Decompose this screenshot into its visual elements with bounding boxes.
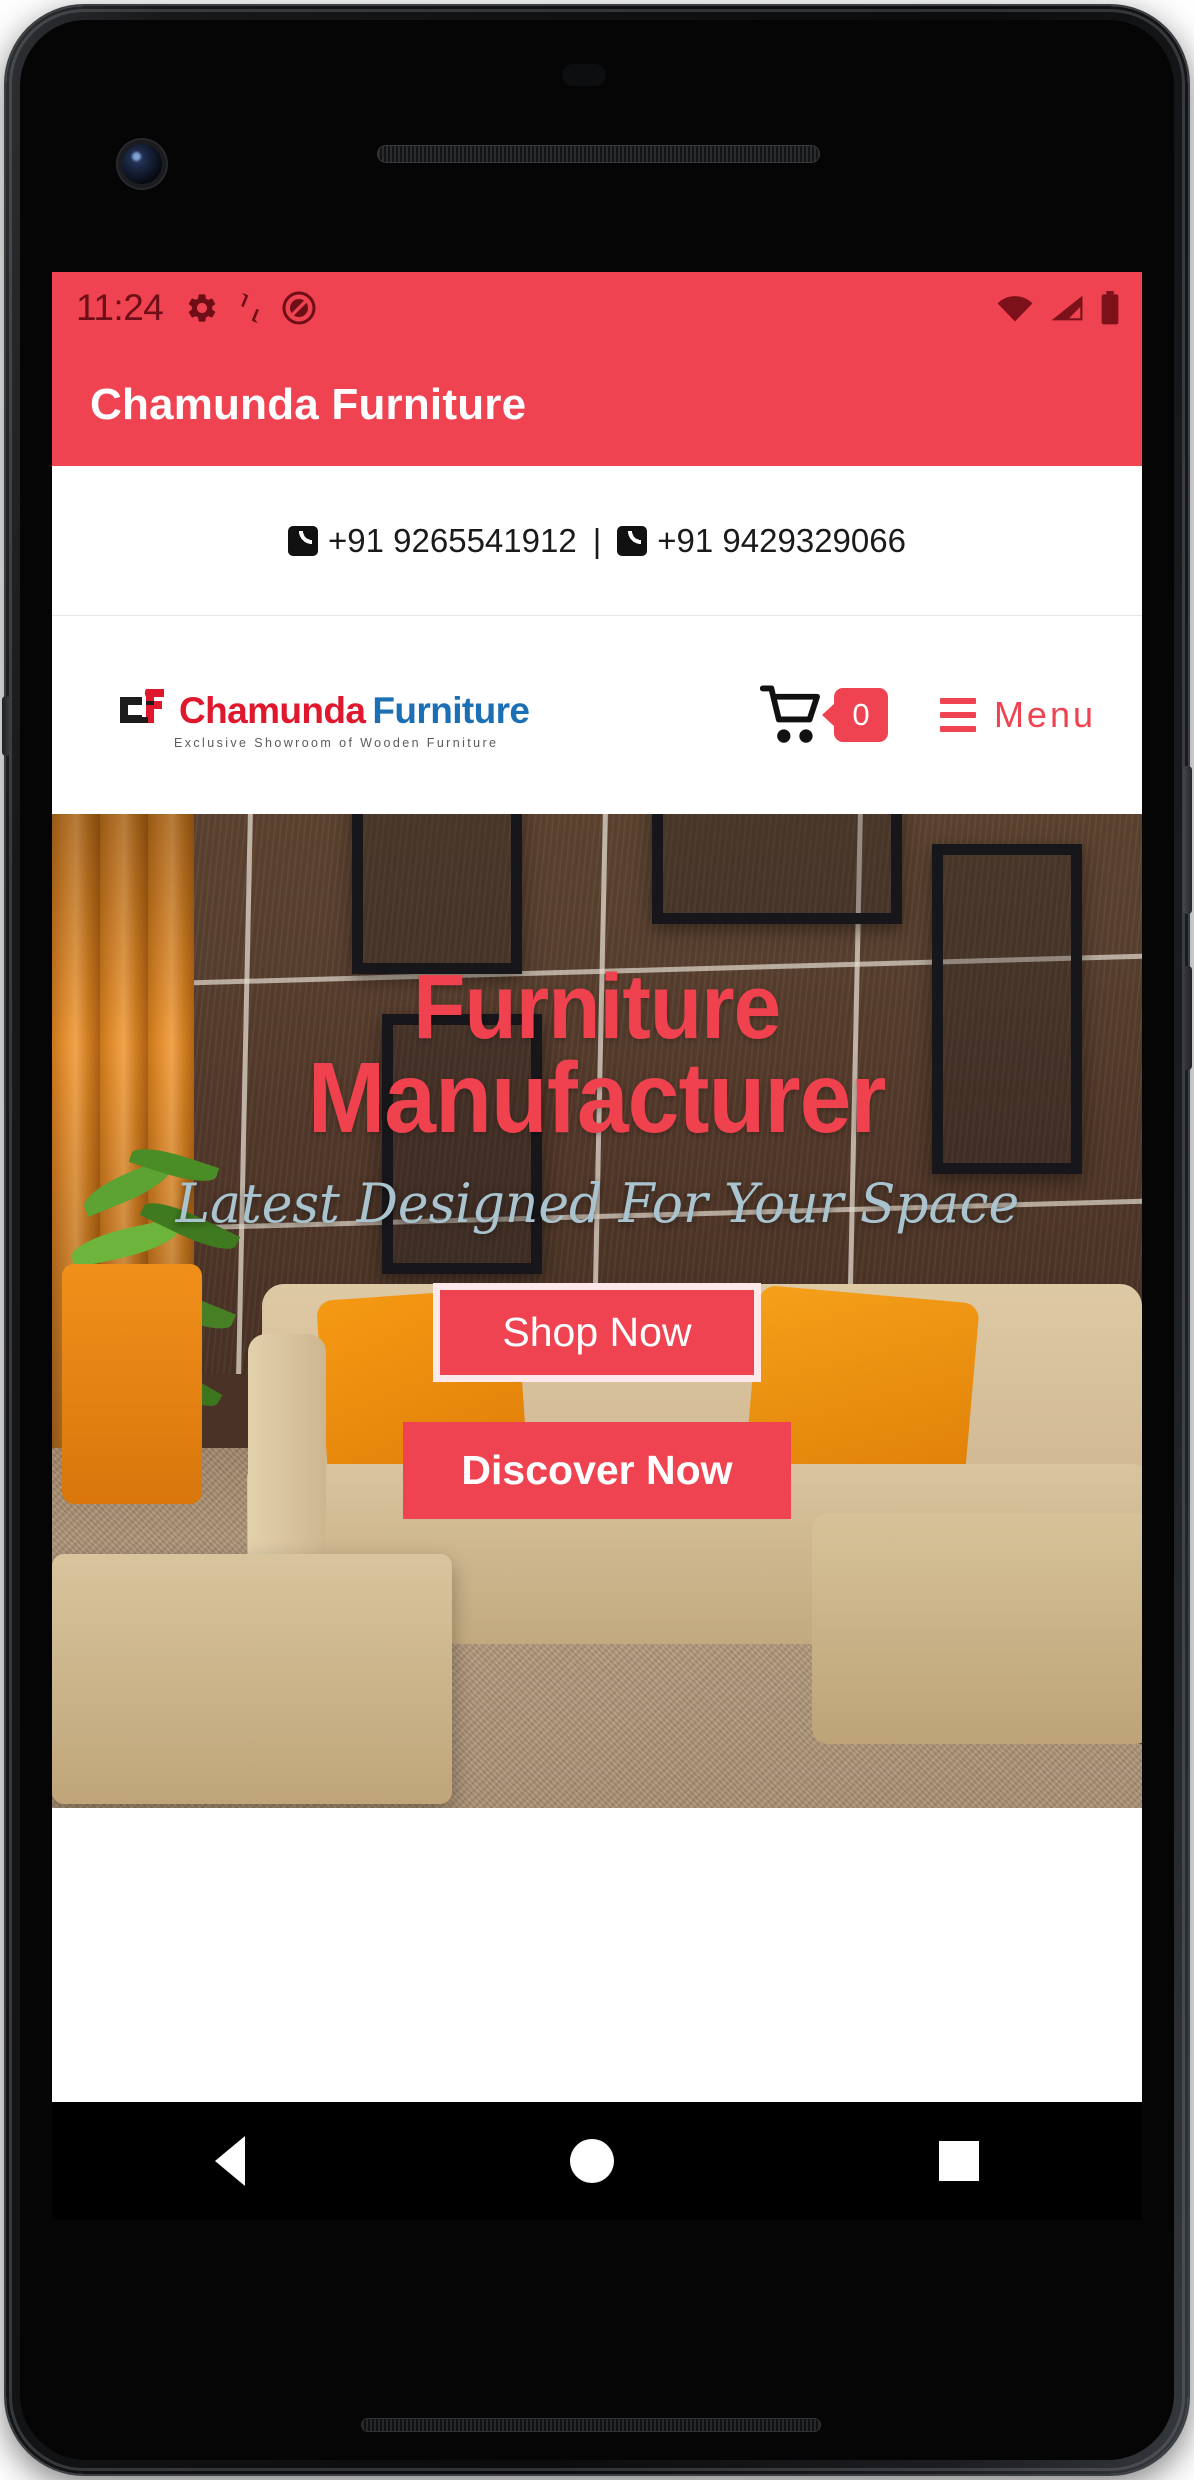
gear-icon (189, 294, 216, 322)
cart-button[interactable]: 0 (759, 684, 888, 746)
volume-button[interactable] (1183, 966, 1192, 1070)
shop-now-button[interactable]: Shop Now (433, 1283, 761, 1383)
site-logo[interactable]: Chamunda Furniture Exclusive Showroom of… (116, 681, 530, 750)
hero-heading-line-2: Manufacturer (308, 1042, 887, 1155)
logo-tagline: Exclusive Showroom of Wooden Furniture (174, 735, 499, 750)
app-title: Chamunda Furniture (90, 380, 527, 429)
hamburger-menu-icon (939, 698, 976, 732)
status-bar-left-icons (185, 290, 317, 326)
hero-cta-group: Shop Now Discover Now (403, 1283, 791, 1520)
menu-label: Menu (993, 694, 1096, 735)
discover-now-button[interactable]: Discover Now (403, 1422, 791, 1520)
hero-subheading: Latest Designed For Your Space (175, 1172, 1019, 1236)
status-bar-clock: 11:24 (76, 287, 164, 328)
status-bar: 11:24 (52, 272, 1142, 344)
contact-bar-inner: +91 9265541912 | +91 9429329066 (288, 522, 906, 560)
logo-word-furniture: Furniture (372, 689, 530, 731)
contact-bar: +91 9265541912 | +91 9429329066 (52, 466, 1142, 616)
menu-button[interactable]: Menu (939, 694, 1096, 736)
power-button[interactable] (1183, 766, 1192, 914)
cart-count-badge: 0 (833, 688, 888, 742)
camera-lens-icon (122, 144, 162, 184)
hero-content: Furniture Manufacturer Latest Designed F… (52, 814, 1142, 1808)
battery-icon (1101, 291, 1119, 325)
back-triangle-icon[interactable] (214, 2136, 245, 2186)
wifi-icon (997, 296, 1033, 322)
android-navigation-bar (52, 2102, 1142, 2220)
bottom-speaker-grille (361, 2418, 821, 2432)
phone-icon (617, 525, 648, 556)
data-transfer-icon (241, 292, 260, 324)
phone-number-secondary[interactable]: +91 9429329066 (657, 522, 906, 560)
hero-banner: Furniture Manufacturer Latest Designed F… (52, 814, 1142, 1808)
phone-icon (288, 525, 319, 556)
status-bar-right-icons (996, 291, 1120, 325)
logo-row: Chamunda Furniture (116, 681, 530, 731)
cell-signal-icon (1051, 295, 1083, 321)
cf-monogram-icon (116, 681, 172, 729)
recents-square-icon[interactable] (939, 2141, 980, 2181)
left-side-button[interactable] (2, 696, 10, 756)
site-header: Chamunda Furniture Exclusive Showroom of… (52, 616, 1142, 814)
logo-word-chamunda: Chamunda (179, 689, 366, 731)
home-circle-icon[interactable] (569, 2139, 614, 2183)
proximity-sensor (562, 64, 606, 86)
phone-number-primary[interactable]: +91 9265541912 (328, 522, 577, 560)
phone-screen: 11:24 Chamunda Furniture +91 9265541912 … (52, 272, 1142, 2102)
earpiece-speaker-icon (377, 145, 820, 163)
do-not-disturb-icon (282, 291, 316, 325)
content-filler (52, 1808, 1142, 1948)
contact-separator: | (592, 521, 602, 559)
app-bar: Chamunda Furniture (52, 344, 1142, 466)
hero-heading: Furniture Manufacturer (308, 961, 887, 1155)
screenshot-stage: 11:24 Chamunda Furniture +91 9265541912 … (0, 0, 1194, 2480)
